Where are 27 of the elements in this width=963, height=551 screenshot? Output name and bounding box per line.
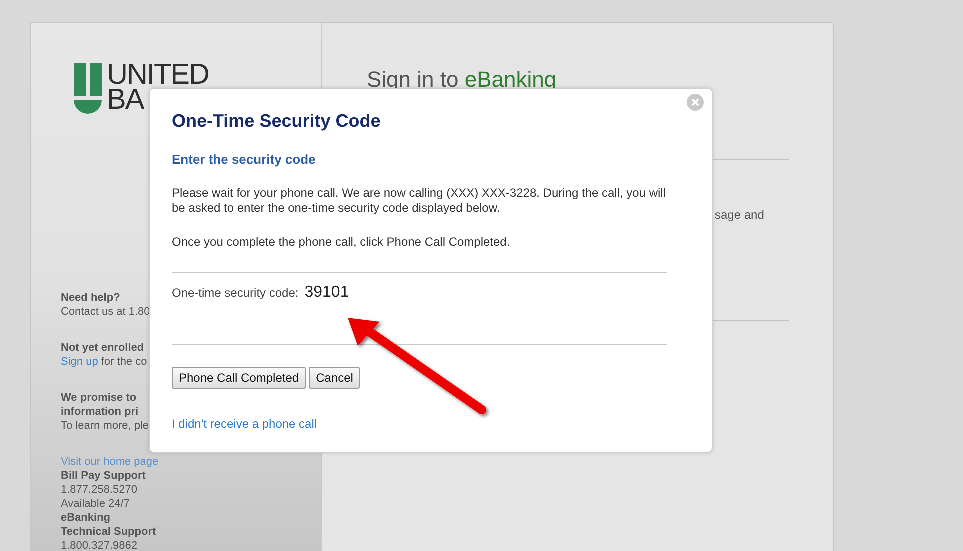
sign-up-link[interactable]: Sign up: [61, 356, 98, 368]
close-icon[interactable]: [687, 94, 704, 111]
help-heading: Technical Support: [61, 525, 156, 539]
logo-text: BA: [107, 88, 144, 113]
help-heading: Bill Pay Support: [61, 469, 146, 483]
help-text: 1.877.258.5270: [61, 483, 138, 497]
help-heading: Need help?: [61, 291, 120, 305]
logo-icon: [74, 63, 104, 115]
complete-button[interactable]: Phone Call Completed: [172, 367, 306, 389]
dialog-subtitle: Enter the security code: [172, 152, 317, 167]
help-text: To learn more, ple: [61, 419, 150, 433]
logo-text: UNITED: [107, 63, 209, 88]
body-text: sage and: [715, 208, 764, 222]
dialog-message: Please wait for your phone call. We are now calling (XXX) XXX-3228. During the call, you will be asked to enter the one-time security code displayed below.: [172, 186, 667, 216]
help-text: Available 24/7: [61, 497, 130, 511]
help-heading: We promise to: [61, 391, 137, 405]
help-heading: information pri: [61, 405, 139, 419]
dialog-instruction: Once you complete the phone call, click Phone Call Completed.: [172, 235, 512, 250]
help-heading: Not yet enrolled: [61, 341, 144, 355]
security-code: 39101: [304, 284, 350, 302]
help-text: 1.800.327.9862: [61, 539, 138, 551]
cancel-button[interactable]: Cancel: [309, 367, 360, 389]
help-heading: eBanking: [61, 511, 111, 525]
dialog-title: One-Time Security Code: [172, 111, 382, 132]
code-label: One-time security code:: [172, 286, 299, 300]
no-call-link[interactable]: I didn't receive a phone call: [172, 417, 318, 431]
help-text: for the co: [100, 356, 148, 368]
